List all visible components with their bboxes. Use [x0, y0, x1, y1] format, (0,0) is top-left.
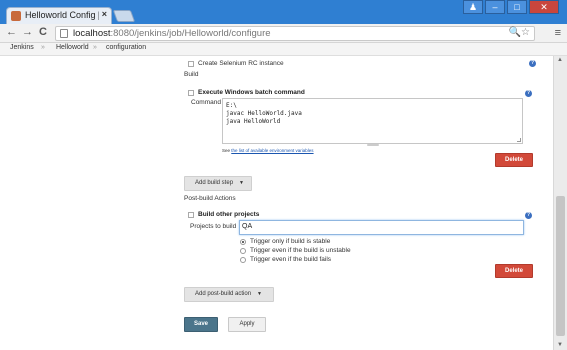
- batch-command-title: Execute Windows batch command: [198, 89, 305, 96]
- help-icon[interactable]: ?: [525, 212, 532, 219]
- breadcrumb-item-configuration[interactable]: configuration: [106, 44, 146, 51]
- minimize-button[interactable]: –: [485, 0, 505, 14]
- address-bar[interactable]: localhost:8080/jenkins/job/Helloworld/co…: [55, 26, 535, 41]
- build-other-title: Build other projects: [198, 211, 260, 218]
- breadcrumb-item-helloworld[interactable]: Helloworld: [56, 44, 89, 51]
- browser-window: Helloworld Config [Je × ♟ – □ ✕ ← → C lo…: [0, 0, 567, 350]
- breadcrumb-item-jenkins[interactable]: Jenkins: [10, 44, 34, 51]
- page-icon: [60, 29, 68, 38]
- env-vars-prefix: See: [222, 148, 232, 153]
- radio-unstable-label: Trigger even if the build is unstable: [250, 247, 351, 254]
- radio-stable[interactable]: [240, 239, 246, 245]
- scroll-thumb[interactable]: [556, 196, 565, 336]
- selenium-checkbox[interactable]: [188, 61, 194, 67]
- forward-icon[interactable]: →: [22, 26, 33, 38]
- breadcrumb: Jenkins » Helloworld » configuration: [0, 43, 567, 56]
- tab-title: Helloworld Config [Je: [25, 10, 99, 20]
- title-bar: Helloworld Config [Je × ♟ – □ ✕: [0, 0, 567, 24]
- build-section-title: Build: [184, 71, 199, 78]
- env-vars-link[interactable]: the list of available environment variab…: [231, 148, 313, 153]
- help-icon[interactable]: ?: [529, 60, 536, 67]
- build-other-handle[interactable]: [188, 212, 194, 218]
- browser-toolbar: ← → C localhost:8080/jenkins/job/Hellowo…: [0, 24, 567, 43]
- delete-post-build-button[interactable]: Delete: [495, 264, 533, 278]
- radio-fails[interactable]: [240, 257, 246, 263]
- apply-button[interactable]: Apply: [228, 317, 266, 332]
- menu-icon[interactable]: ≡: [555, 27, 561, 39]
- command-line: java HelloWorld: [226, 118, 281, 125]
- batch-step-handle[interactable]: [188, 90, 194, 96]
- user-icon[interactable]: ♟: [463, 0, 483, 14]
- add-build-step-label: Add build step: [195, 180, 234, 186]
- jenkins-favicon-icon: [11, 11, 21, 21]
- breadcrumb-separator: »: [41, 44, 45, 51]
- back-icon[interactable]: ←: [6, 26, 17, 38]
- env-vars-note: See the list of available environment va…: [222, 148, 314, 153]
- chevron-down-icon: ▼: [239, 180, 244, 186]
- command-label: Command: [191, 99, 221, 106]
- add-post-build-label: Add post-build action: [195, 291, 252, 297]
- url-path: :8080/jenkins/job/Helloworld/configure: [110, 28, 271, 39]
- breadcrumb-separator: »: [93, 44, 97, 51]
- save-button[interactable]: Save: [184, 317, 218, 332]
- chevron-down-icon: ▼: [257, 291, 262, 297]
- selenium-label: Create Selenium RC instance: [198, 60, 284, 67]
- maximize-button[interactable]: □: [507, 0, 527, 14]
- scroll-down-icon[interactable]: ▼: [557, 342, 563, 348]
- url-host: localhost: [73, 28, 111, 39]
- post-build-section-title: Post-build Actions: [184, 195, 236, 202]
- new-tab-button[interactable]: [112, 10, 136, 22]
- add-post-build-action-button[interactable]: Add post-build action ▼: [184, 287, 274, 302]
- tab-close-icon[interactable]: ×: [102, 9, 107, 19]
- command-line: E:\: [226, 102, 237, 109]
- projects-label: Projects to build: [190, 223, 237, 230]
- scroll-up-icon[interactable]: ▲: [557, 57, 563, 63]
- radio-unstable[interactable]: [240, 248, 246, 254]
- page-scrollbar[interactable]: ▲ ▼: [553, 56, 567, 350]
- textarea-resize-handle[interactable]: [367, 144, 379, 146]
- resize-grip-icon[interactable]: [517, 138, 521, 142]
- projects-input[interactable]: QA: [239, 220, 524, 235]
- help-icon[interactable]: ?: [525, 90, 532, 97]
- zoom-star-icon[interactable]: 🔍☆: [509, 27, 530, 38]
- url-text: localhost:8080/jenkins/job/Helloworld/co…: [73, 28, 271, 39]
- add-build-step-button[interactable]: Add build step ▼: [184, 176, 252, 191]
- projects-value: QA: [242, 223, 253, 230]
- radio-stable-label: Trigger only if build is stable: [250, 238, 331, 245]
- command-textarea[interactable]: E:\ javac HelloWorld.java java HelloWorl…: [222, 98, 523, 144]
- delete-build-step-button[interactable]: Delete: [495, 153, 533, 167]
- window-controls: ♟ – □ ✕: [463, 0, 559, 14]
- browser-tab[interactable]: Helloworld Config [Je ×: [6, 7, 112, 24]
- radio-fails-label: Trigger even if the build fails: [250, 256, 332, 263]
- reload-icon[interactable]: C: [39, 26, 47, 38]
- command-line: javac HelloWorld.java: [226, 110, 302, 117]
- close-window-button[interactable]: ✕: [529, 0, 559, 14]
